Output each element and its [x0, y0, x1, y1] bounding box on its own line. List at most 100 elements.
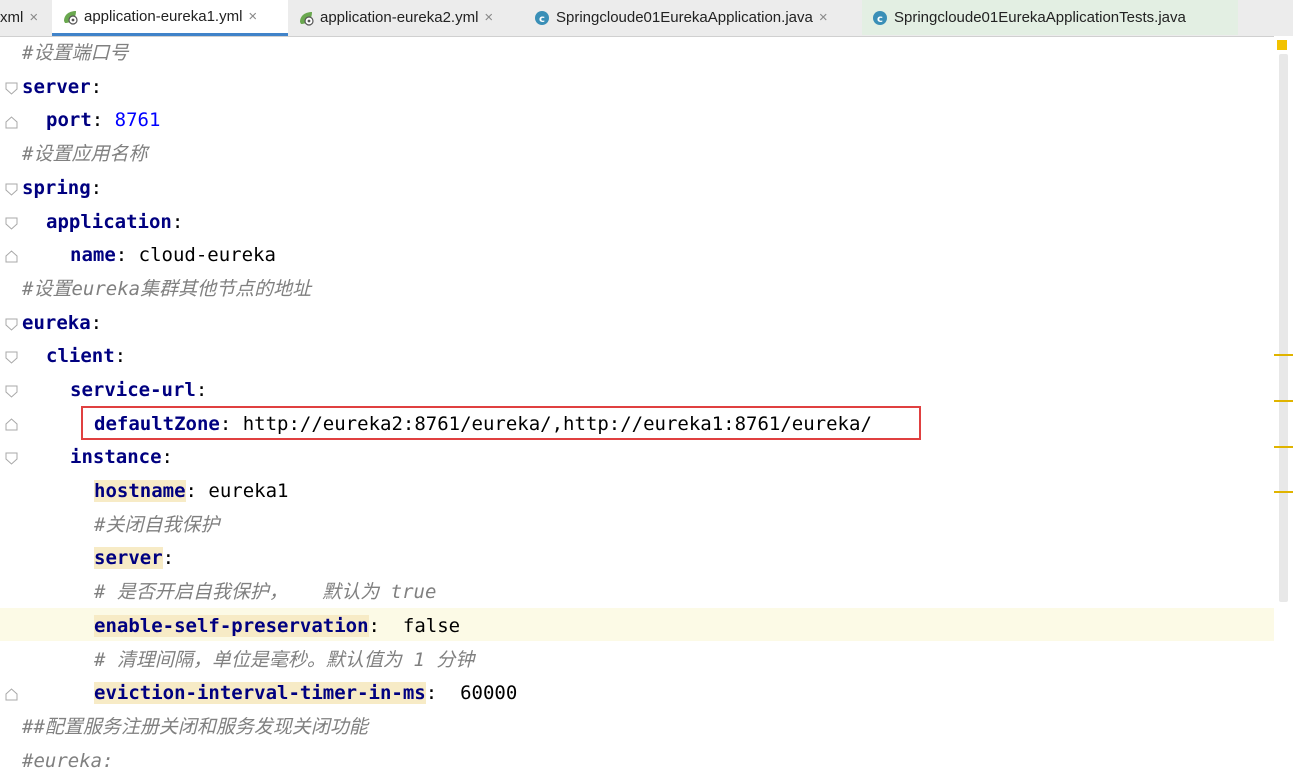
- yaml-key: port: [46, 109, 92, 131]
- java-class-icon: c: [535, 10, 549, 25]
- warning-marker[interactable]: [1274, 400, 1293, 402]
- yaml-comment: # 清理间隔，单位是毫秒。默认值为 1 分钟: [94, 649, 475, 671]
- yaml-comment: #eureka:: [22, 750, 114, 772]
- inspection-status-icon[interactable]: [1277, 40, 1287, 50]
- code-line: #设置eureka集群其他节点的地址: [22, 272, 311, 306]
- code-line: server:: [94, 541, 174, 575]
- code-line: #关闭自我保护: [94, 508, 219, 542]
- code-line: # 是否开启自我保护， 默认为 true: [94, 575, 436, 609]
- close-icon[interactable]: ×: [819, 9, 828, 26]
- yaml-comment: #设置端口号: [22, 42, 129, 64]
- yaml-key: server: [22, 76, 91, 98]
- code-line: name: cloud-eureka: [70, 238, 276, 272]
- vertical-scrollbar[interactable]: [1279, 54, 1288, 602]
- yaml-separator: :: [162, 547, 175, 569]
- yaml-value: false: [402, 615, 461, 637]
- java-class-icon: c: [873, 10, 887, 25]
- error-stripe-gutter: [1274, 36, 1293, 778]
- tab-springcloude01-eureka-application-java[interactable]: c Springcloude01EurekaApplication.java ×: [524, 0, 862, 35]
- tab-springcloude01-eureka-application-tests-java[interactable]: c Springcloude01EurekaApplicationTests.j…: [862, 0, 1238, 35]
- close-icon[interactable]: ×: [484, 9, 493, 26]
- code-line: application:: [46, 205, 183, 239]
- yaml-comment: #设置应用名称: [22, 143, 148, 165]
- yaml-key: server: [94, 547, 163, 569]
- yaml-separator: :: [185, 480, 209, 502]
- tab-label: xml: [0, 9, 24, 26]
- fold-open-icon[interactable]: [5, 318, 18, 331]
- yaml-leaf-icon: [64, 10, 78, 25]
- code-line: port: 8761: [46, 103, 160, 137]
- code-line: spring:: [22, 171, 102, 205]
- code-line: # 清理间隔，单位是毫秒。默认值为 1 分钟: [94, 643, 474, 677]
- yaml-key: eureka: [22, 312, 91, 334]
- fold-end-icon[interactable]: [5, 116, 18, 129]
- yaml-leaf-icon: [300, 11, 314, 26]
- code-line: client:: [46, 339, 126, 373]
- yaml-comment: #关闭自我保护: [94, 514, 220, 536]
- code-line: #eureka:: [22, 744, 114, 778]
- yaml-key: application: [46, 211, 172, 233]
- tab-xml[interactable]: xml ×: [0, 0, 52, 35]
- fold-end-icon[interactable]: [5, 418, 18, 431]
- fold-open-icon[interactable]: [5, 82, 18, 95]
- close-icon[interactable]: ×: [29, 9, 38, 26]
- yaml-key: service-url: [70, 379, 196, 401]
- code-line: instance:: [70, 440, 173, 474]
- svg-text:c: c: [877, 14, 883, 25]
- yaml-key: instance: [70, 446, 162, 468]
- yaml-separator: :: [114, 345, 127, 367]
- yaml-separator: :: [90, 76, 103, 98]
- code-line: eureka:: [22, 306, 102, 340]
- yaml-key: hostname: [94, 480, 186, 502]
- yaml-separator: :: [195, 379, 208, 401]
- fold-open-icon[interactable]: [5, 351, 18, 364]
- yaml-comment: # 是否开启自我保护， 默认为 true: [94, 581, 437, 603]
- code-line: #设置应用名称: [22, 137, 147, 171]
- editor-tab-bar: xml × application-eureka1.yml × applicat…: [0, 0, 1293, 37]
- code-line: eviction-interval-timer-in-ms: 60000: [94, 676, 517, 710]
- close-icon[interactable]: ×: [248, 8, 257, 25]
- tab-label: Springcloude01EurekaApplicationTests.jav…: [894, 9, 1186, 26]
- fold-open-icon[interactable]: [5, 385, 18, 398]
- yaml-separator: :: [171, 211, 184, 233]
- yaml-separator: :: [425, 682, 461, 704]
- code-line: #设置端口号: [22, 36, 128, 70]
- fold-end-icon[interactable]: [5, 250, 18, 263]
- code-line: hostname: eureka1: [94, 474, 288, 508]
- yaml-separator: :: [90, 312, 103, 334]
- yaml-value: cloud-eureka: [138, 244, 276, 266]
- yaml-comment: #设置eureka集群其他节点的地址: [22, 278, 312, 300]
- yaml-separator: :: [368, 615, 403, 637]
- tab-label: application-eureka1.yml: [84, 8, 243, 25]
- fold-open-icon[interactable]: [5, 217, 18, 230]
- yaml-key: eviction-interval-timer-in-ms: [94, 682, 426, 704]
- yaml-separator: :: [115, 244, 139, 266]
- yaml-comment: ##配置服务注册关闭和服务发现关闭功能: [22, 716, 368, 738]
- yaml-key: name: [70, 244, 116, 266]
- tab-label: Springcloude01EurekaApplication.java: [556, 9, 813, 26]
- warning-marker[interactable]: [1274, 446, 1293, 448]
- fold-open-icon[interactable]: [5, 183, 18, 196]
- yaml-separator: :: [90, 177, 103, 199]
- warning-marker[interactable]: [1274, 491, 1293, 493]
- yaml-key: enable-self-preservation: [94, 615, 369, 637]
- code-editor[interactable]: #设置端口号 server: port: 8761 #设置应用名称 spring…: [0, 36, 1274, 778]
- svg-text:c: c: [539, 14, 545, 25]
- warning-marker[interactable]: [1274, 354, 1293, 356]
- yaml-number: 8761: [114, 109, 161, 131]
- tab-application-eureka2-yml[interactable]: application-eureka2.yml ×: [288, 0, 524, 35]
- yaml-key: client: [46, 345, 115, 367]
- tab-application-eureka1-yml[interactable]: application-eureka1.yml ×: [52, 0, 288, 36]
- annotation-highlight-box: [81, 406, 921, 440]
- code-line: ##配置服务注册关闭和服务发现关闭功能: [22, 710, 368, 744]
- code-line: enable-self-preservation: false: [94, 609, 460, 643]
- fold-end-icon[interactable]: [5, 688, 18, 701]
- code-line: server:: [22, 70, 102, 104]
- code-line: service-url:: [70, 373, 207, 407]
- yaml-value: eureka1: [208, 480, 289, 502]
- yaml-separator: :: [91, 109, 115, 131]
- yaml-value: 60000: [460, 682, 518, 704]
- tab-label: application-eureka2.yml: [320, 9, 479, 26]
- yaml-separator: :: [161, 446, 173, 468]
- fold-open-icon[interactable]: [5, 452, 18, 465]
